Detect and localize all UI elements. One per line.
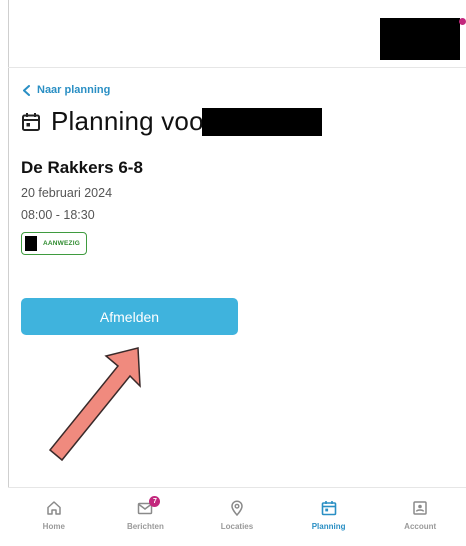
bottom-navigation: Home 7 Berichten Locaties Planning Accou…: [8, 487, 466, 546]
nav-item-berichten[interactable]: 7 Berichten: [100, 488, 192, 546]
redacted-avatar: [25, 236, 37, 251]
cancel-button[interactable]: Afmelden: [21, 298, 238, 335]
planning-time: 08:00 - 18:30: [21, 208, 95, 222]
group-name: De Rakkers 6-8: [21, 158, 143, 177]
nav-label-locaties: Locaties: [220, 522, 254, 531]
page-title-row: Planning voor: [21, 106, 213, 137]
annotation-arrow: [48, 347, 141, 462]
redacted-block: [380, 18, 460, 60]
nav-item-account[interactable]: Account: [374, 488, 466, 546]
nav-item-locaties[interactable]: Locaties: [191, 488, 283, 546]
location-pin-icon: [231, 500, 243, 516]
back-to-planning-link[interactable]: Naar planning: [22, 84, 110, 96]
nav-label-planning: Planning: [311, 522, 346, 531]
nav-item-planning[interactable]: Planning: [283, 488, 375, 546]
redacted-name: [202, 108, 322, 136]
status-label: AANWEZIG: [43, 240, 80, 247]
home-icon: [47, 501, 61, 515]
frame-divider: [8, 0, 9, 546]
nav-item-home[interactable]: Home: [8, 488, 100, 546]
calendar-icon: [321, 501, 336, 516]
notification-dot: [459, 18, 466, 25]
status-badge: AANWEZIG: [21, 232, 87, 255]
chevron-left-icon: [23, 84, 30, 96]
unread-count-badge: 7: [149, 496, 161, 507]
nav-label-account: Account: [404, 522, 437, 531]
calendar-icon: [22, 112, 40, 131]
planning-date: 20 februari 2024: [21, 186, 113, 200]
nav-label-home: Home: [42, 522, 65, 531]
nav-label-berichten: Berichten: [126, 522, 164, 531]
back-link-label: Naar planning: [37, 84, 111, 96]
account-icon: [413, 501, 427, 515]
page-title: Planning voor: [51, 106, 213, 136]
